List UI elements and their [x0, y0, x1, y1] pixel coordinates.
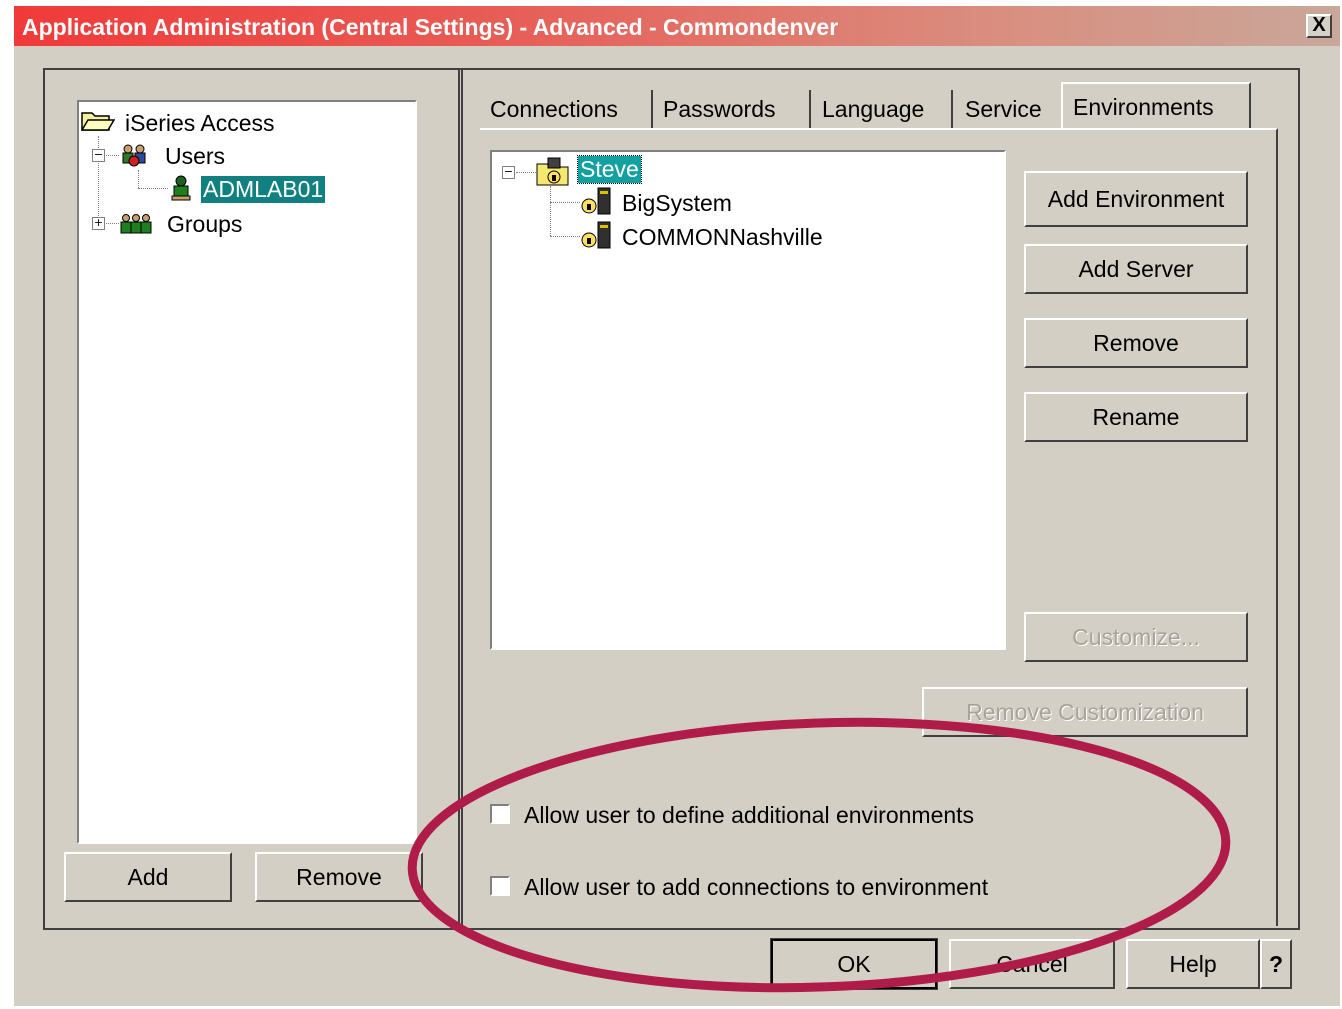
environment-steve[interactable]: Steve [577, 155, 642, 184]
add-button[interactable]: Add [64, 852, 232, 902]
cancel-button[interactable]: Cancel [949, 939, 1115, 989]
tab-environments[interactable]: Environments [1061, 82, 1251, 130]
whats-this-button[interactable]: ? [1260, 939, 1292, 989]
remove-user-button[interactable]: Remove [255, 852, 423, 902]
folder-open-icon [81, 112, 115, 131]
tab-environments-label: Environments [1073, 94, 1214, 120]
dialog-window: Application Administration (Central Sett… [14, 6, 1340, 1006]
user-icon [171, 175, 191, 201]
ok-button[interactable]: OK [770, 938, 938, 990]
allow-define-env-label[interactable]: Allow user to define additional environm… [524, 802, 974, 829]
groups-label[interactable]: Groups [167, 211, 242, 238]
groups-expand-toggle[interactable]: + [92, 217, 105, 230]
tree-root-label[interactable]: iSeries Access [125, 110, 275, 137]
steve-collapse-toggle[interactable]: − [502, 166, 515, 179]
users-collapse-toggle[interactable]: − [92, 149, 105, 162]
environment-icon [536, 157, 569, 186]
tab-service[interactable]: Service [965, 96, 1042, 123]
rename-button[interactable]: Rename [1024, 392, 1248, 442]
users-group-icon [122, 144, 146, 167]
tab-passwords[interactable]: Passwords [663, 96, 775, 123]
close-button[interactable]: X [1306, 14, 1332, 38]
help-button[interactable]: Help [1126, 939, 1260, 989]
server-icon [581, 221, 611, 249]
users-label[interactable]: Users [165, 143, 225, 170]
user-tree[interactable]: iSeries Access − Users ADMLAB01 + Groups [77, 100, 417, 844]
title-bar[interactable]: Application Administration (Central Sett… [14, 6, 1340, 46]
add-server-button[interactable]: Add Server [1024, 244, 1248, 294]
server-bigsystem[interactable]: BigSystem [622, 190, 732, 217]
user-item-admlab01[interactable]: ADMLAB01 [201, 176, 326, 203]
environment-tree[interactable]: − Steve BigSystem COMMONNashville [490, 150, 1006, 650]
allow-add-connections-checkbox[interactable] [490, 876, 510, 896]
remove-button[interactable]: Remove [1024, 318, 1248, 368]
server-icon [581, 187, 611, 215]
allow-define-env-checkbox[interactable] [490, 804, 510, 824]
server-commonnashville[interactable]: COMMONNashville [622, 224, 823, 251]
tab-language[interactable]: Language [822, 96, 924, 123]
allow-add-connections-label[interactable]: Allow user to add connections to environ… [524, 874, 988, 901]
add-environment-button[interactable]: Add Environment [1024, 171, 1248, 227]
groups-icon [120, 214, 152, 234]
customize-button[interactable]: Customize... [1024, 612, 1248, 662]
tab-connections[interactable]: Connections [490, 96, 618, 123]
window-title: Application Administration (Central Sett… [22, 14, 839, 40]
remove-customization-button[interactable]: Remove Customization [922, 687, 1248, 737]
